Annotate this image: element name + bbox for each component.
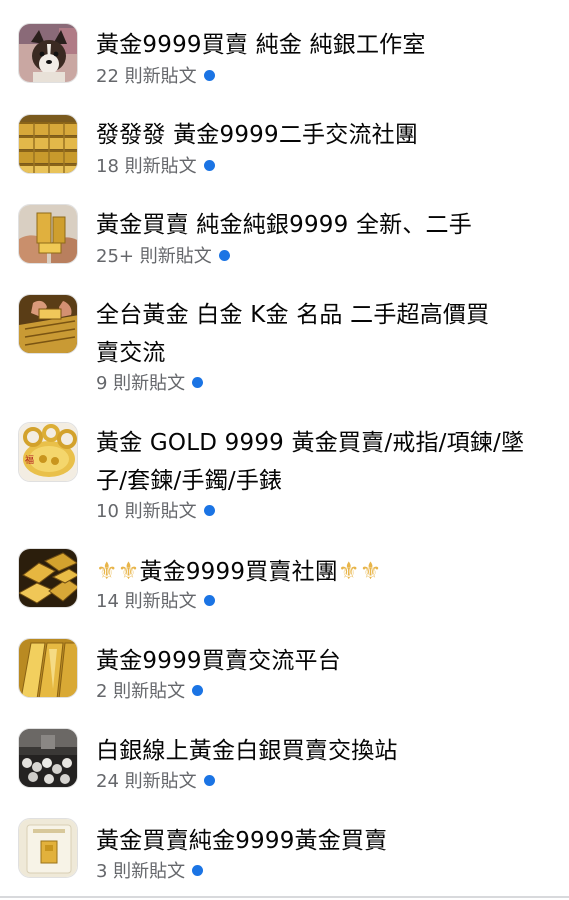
- group-name-text: 黃金9999買賣社團: [139, 559, 338, 585]
- group-avatar[interactable]: [18, 638, 78, 698]
- group-avatar[interactable]: 福: [18, 422, 78, 482]
- unread-dot-icon: [203, 69, 215, 81]
- group-item[interactable]: 白銀線上黃金白銀買賣交換站 24 則新貼文: [0, 716, 569, 806]
- group-name-line: 發發發 黃金9999二手交流社團: [96, 122, 419, 148]
- group-name[interactable]: 黃金買賣純金9999黃金買賣: [96, 822, 556, 860]
- group-name[interactable]: 黃金 GOLD 9999 黃金買賣/戒指/項鍊/墜 子/套鍊/手鐲/手錶: [96, 424, 556, 500]
- unread-dot-icon: [203, 774, 215, 786]
- group-avatar[interactable]: [18, 114, 78, 174]
- group-avatar[interactable]: [18, 818, 78, 878]
- new-posts-meta: 18 則新貼文: [96, 155, 215, 179]
- silver-coins-table-thumbnail: [19, 729, 77, 787]
- group-item[interactable]: 福 黃金 GOLD 9999 黃金買賣/戒指/項鍊/墜 子/套鍊/手鐲/手錶 1…: [0, 408, 569, 536]
- new-posts-count: 18 則新貼文: [96, 156, 197, 177]
- new-posts-meta: 24 則新貼文: [96, 770, 215, 794]
- group-name-line: ⚜⚜黃金9999買賣社團⚜⚜: [96, 552, 556, 591]
- group-name[interactable]: 黃金9999買賣 純金 純銀工作室: [96, 26, 556, 64]
- group-name-line: 黃金 GOLD 9999 黃金買賣/戒指/項鍊/墜: [96, 430, 525, 456]
- group-name-line: 黃金9999買賣交流平台: [96, 648, 341, 674]
- group-item[interactable]: 黃金9999買賣 純金 純銀工作室 22 則新貼文: [0, 0, 569, 100]
- group-item[interactable]: 發發發 黃金9999二手交流社團 18 則新貼文: [0, 100, 569, 190]
- group-name-line: 白銀線上黃金白銀買賣交換站: [96, 738, 398, 764]
- dog-photo-thumbnail: [19, 24, 77, 82]
- fleur-de-lis-icon: ⚜⚜: [96, 557, 140, 585]
- unread-dot-icon: [203, 594, 215, 606]
- group-name[interactable]: 發發發 黃金9999二手交流社團: [96, 116, 556, 154]
- gold-jewelry-platter-thumbnail: 福: [19, 423, 77, 481]
- gold-bars-pile-thumbnail: [19, 549, 77, 607]
- new-posts-meta: 9 則新貼文: [96, 372, 204, 396]
- new-posts-meta: 25+ 則新貼文: [96, 245, 230, 269]
- group-name-line: 賣交流: [96, 340, 166, 366]
- group-name-line: 黃金買賣純金9999黃金買賣: [96, 828, 388, 854]
- unread-dot-icon: [192, 376, 204, 388]
- group-item[interactable]: ⚜⚜黃金9999買賣社團⚜⚜ 14 則新貼文: [0, 536, 569, 626]
- unread-dot-icon: [203, 159, 215, 171]
- group-item[interactable]: 黃金買賣 純金純銀9999 全新、二手 25+ 則新貼文: [0, 190, 569, 280]
- new-posts-count: 22 則新貼文: [96, 66, 197, 87]
- hands-holding-gold-thumbnail: [19, 295, 77, 353]
- new-posts-count: 24 則新貼文: [96, 771, 197, 792]
- group-avatar[interactable]: [18, 548, 78, 608]
- list-bottom-divider: [0, 896, 569, 898]
- gold-bar-card-thumbnail: [19, 819, 77, 877]
- group-avatar[interactable]: [18, 23, 78, 83]
- group-avatar[interactable]: [18, 204, 78, 264]
- shiny-gold-bars-thumbnail: [19, 639, 77, 697]
- new-posts-meta: 10 則新貼文: [96, 500, 215, 524]
- gold-bars-in-hands-thumbnail: [19, 205, 77, 263]
- new-posts-count: 3 則新貼文: [96, 861, 186, 882]
- new-posts-count: 10 則新貼文: [96, 501, 197, 522]
- unread-dot-icon: [203, 504, 215, 516]
- new-posts-meta: 2 則新貼文: [96, 680, 204, 704]
- group-name[interactable]: 黃金買賣 純金純銀9999 全新、二手: [96, 206, 556, 244]
- new-posts-meta: 3 則新貼文: [96, 860, 204, 884]
- new-posts-meta: 22 則新貼文: [96, 65, 215, 89]
- new-posts-count: 25+ 則新貼文: [96, 246, 212, 267]
- gold-bars-stack-thumbnail: [19, 115, 77, 173]
- group-name-line: 子/套鍊/手鐲/手錶: [96, 468, 283, 494]
- group-name[interactable]: 全台黃金 白金 K金 名品 二手超高價買 賣交流: [96, 296, 556, 372]
- fleur-de-lis-icon: ⚜⚜: [337, 557, 382, 585]
- group-name[interactable]: ⚜⚜黃金9999買賣社團⚜⚜: [96, 552, 556, 591]
- group-item[interactable]: 全台黃金 白金 K金 名品 二手超高價買 賣交流 9 則新貼文: [0, 280, 569, 408]
- unread-dot-icon: [192, 864, 204, 876]
- unread-dot-icon: [192, 684, 204, 696]
- group-item[interactable]: 黃金9999買賣交流平台 2 則新貼文: [0, 626, 569, 716]
- group-list: 黃金9999買賣 純金 純銀工作室 22 則新貼文 發發發 黃金9999二手交流…: [0, 0, 569, 900]
- group-item[interactable]: 黃金買賣純金9999黃金買賣 3 則新貼文: [0, 806, 569, 896]
- group-name-line: 黃金9999買賣 純金 純銀工作室: [96, 32, 426, 58]
- group-avatar[interactable]: [18, 728, 78, 788]
- new-posts-count: 9 則新貼文: [96, 373, 186, 394]
- svg-text:福: 福: [25, 454, 34, 465]
- new-posts-count: 14 則新貼文: [96, 591, 197, 612]
- group-avatar[interactable]: [18, 294, 78, 354]
- group-name[interactable]: 白銀線上黃金白銀買賣交換站: [96, 732, 556, 770]
- new-posts-meta: 14 則新貼文: [96, 590, 215, 614]
- group-name[interactable]: 黃金9999買賣交流平台: [96, 642, 556, 680]
- group-name-line: 全台黃金 白金 K金 名品 二手超高價買: [96, 302, 490, 328]
- unread-dot-icon: [218, 249, 230, 261]
- group-name-line: 黃金買賣 純金純銀9999 全新、二手: [96, 212, 472, 238]
- new-posts-count: 2 則新貼文: [96, 681, 186, 702]
